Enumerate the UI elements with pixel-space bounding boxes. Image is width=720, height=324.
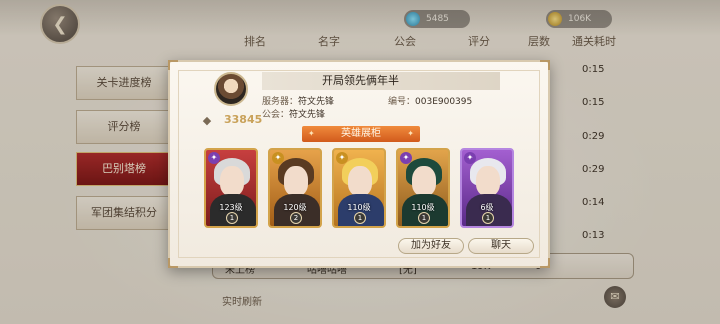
hero-showcase-title: 英雄展柜 <box>302 126 420 142</box>
hero-rank: 1 <box>482 212 494 224</box>
hero-class-icon: ✦ <box>464 152 476 164</box>
corner-ornament <box>540 258 550 268</box>
hero-class-icon: ✦ <box>336 152 348 164</box>
corner-ornament <box>168 258 178 268</box>
hero-rank: 1 <box>354 212 366 224</box>
hero-class-icon: ✦ <box>272 152 284 164</box>
hero-card[interactable]: ✦ 6级 1 <box>460 148 514 228</box>
guild-value: 符文先锋 <box>289 110 326 120</box>
hero-card[interactable]: ✦ 123级 1 <box>204 148 258 228</box>
player-avatar <box>214 72 248 106</box>
id-label: 编号： <box>388 97 416 107</box>
player-id-info: 编号：003E900395 <box>388 94 472 107</box>
hero-class-icon: ✦ <box>208 152 220 164</box>
power-icon: ◆ <box>202 114 212 127</box>
hero-card[interactable]: ✦ 120级 2 <box>268 148 322 228</box>
player-info-popup: ◆ 33845 开局领先俩年半 服务器：符文先锋 编号：003E900395 公… <box>168 60 550 268</box>
hero-rank: 2 <box>290 212 302 224</box>
hero-card[interactable]: ✦ 110级 1 <box>332 148 386 228</box>
corner-ornament <box>540 60 550 70</box>
hero-rank: 1 <box>226 212 238 224</box>
id-value: 003E900395 <box>415 97 473 107</box>
add-friend-button[interactable]: 加为好友 <box>398 238 464 254</box>
player-name: 开局领先俩年半 <box>322 74 399 87</box>
server-info: 服务器：符文先锋 <box>262 94 334 107</box>
guild-info: 公会：符文先锋 <box>262 107 325 120</box>
player-power: 33845 <box>224 113 263 126</box>
player-name-bar: 开局领先俩年半 <box>262 72 500 90</box>
hero-class-icon: ✦ <box>400 152 412 164</box>
hero-card[interactable]: ✦ 110级 1 <box>396 148 450 228</box>
chat-button[interactable]: 聊天 <box>468 238 534 254</box>
hero-rank: 1 <box>418 212 430 224</box>
corner-ornament <box>168 60 178 70</box>
guild-label: 公会： <box>262 110 290 120</box>
server-value: 符文先锋 <box>298 97 335 107</box>
server-label: 服务器： <box>262 97 299 107</box>
